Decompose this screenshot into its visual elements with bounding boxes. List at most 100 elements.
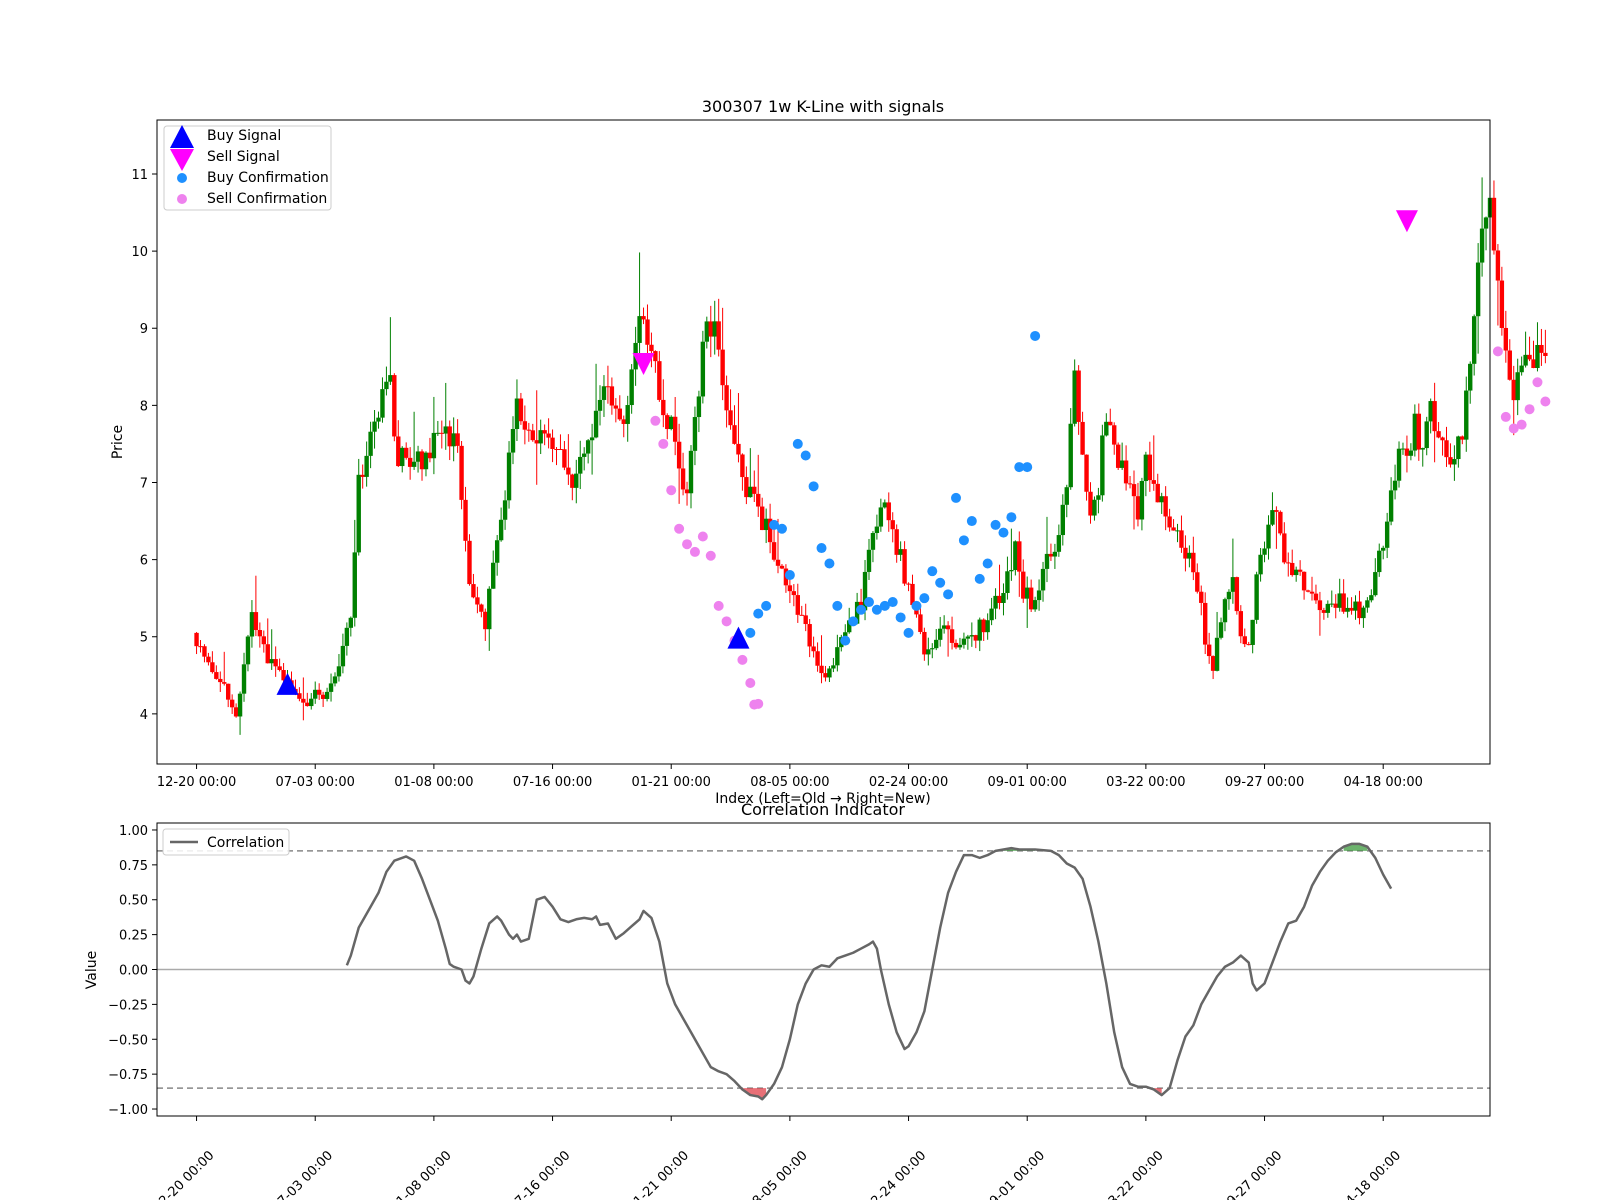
candle-body [1452,459,1457,465]
candle-body [744,477,749,498]
candle-body [621,419,626,424]
candle-body [1373,572,1378,596]
candle-body [376,417,381,422]
buy-confirmation-point [911,600,922,611]
kline-y-tick-label: 4 [140,708,148,723]
candle-body [1199,591,1204,603]
candle-body [811,646,816,652]
candle-body [475,597,480,605]
buy-confirmation-point [990,519,1001,530]
candle-body [692,417,698,451]
candle-body [1036,590,1042,601]
candle-body [1527,354,1532,360]
sell-confirmation-point [1524,404,1535,415]
correlation-y-tick-label: 0.25 [119,929,148,944]
candle-body [538,430,543,444]
candle-body [550,437,555,450]
candle-body [981,619,986,633]
candle-body [1242,636,1247,645]
candle-body [949,629,955,643]
kline-legend: Buy Signal Sell Signal Buy Confirmation … [163,125,332,211]
candle-body [1238,611,1244,637]
candle-body [680,468,686,490]
candle-body [225,683,231,700]
candle-body [313,689,318,699]
kline-y-tick-label: 6 [140,554,148,569]
correlation-x-tick-label: 08-05 00:00 [744,1148,811,1200]
candle-body [1258,554,1263,575]
candle-body [1032,600,1038,610]
legend-buy-confirmation: Buy Confirmation [207,170,329,186]
candle-body [831,665,836,669]
candle-body [1206,644,1212,657]
candle-body [763,518,769,531]
candle-body [1167,516,1172,528]
sell-confirmation-point [1492,346,1503,357]
candle-body [324,691,330,699]
candle-body [388,375,393,382]
buy-confirmation-point [895,612,906,623]
candle-body [1028,587,1034,610]
buy-confirmation-point [856,604,867,615]
candle-body [775,559,781,566]
candle-body [1329,603,1334,605]
candle-body [1254,574,1259,620]
candle-body [1444,440,1449,458]
candle-body [1384,521,1390,548]
candle-body [736,443,741,455]
buy-confirmation-point [966,516,977,527]
candle-body [1222,599,1228,623]
candle-body [597,399,603,411]
candle-body [953,642,959,648]
candle-body [1151,480,1156,484]
candle-body [1503,327,1509,351]
candle-body [443,426,448,434]
candle-body [455,433,460,446]
candle-body [498,519,504,541]
candle-body [1112,425,1117,445]
candle-body [1345,607,1350,612]
candle-body [1021,571,1026,599]
sell-confirmation-point [650,415,661,426]
buy-confirmation-point [919,593,930,604]
candle-body [589,437,595,441]
sell-confirmation-point [737,654,748,665]
candle-body [305,702,310,707]
sell-confirmation-point [658,438,669,449]
candle-body [688,450,694,494]
candle-body [502,500,508,520]
candle-body [534,440,539,444]
candle-body [993,595,998,609]
candle-body [835,647,840,666]
candle-body [570,474,575,488]
candle-body [1471,316,1477,364]
candle-body [451,433,456,447]
candle-body [459,445,464,500]
correlation-y-tick-label: 0.00 [119,964,148,979]
correlation-x-tick-label: 02-24 00:00 [863,1148,930,1200]
candle-body [494,540,500,563]
candle-body [1274,510,1279,512]
candle-body [926,649,931,655]
candle-body [1424,421,1429,449]
candle-body [878,507,884,527]
candle-body [898,549,903,555]
legend-sell-signal: Sell Signal [207,149,280,165]
buy-confirmation-point [1006,512,1017,523]
candle-body [779,565,785,569]
candle-body [740,454,745,478]
candle-body [613,405,619,409]
candle-body [922,631,927,655]
correlation-panel: Correlation Indicator −1.00 −0.75 −0.50 −0.… [84,800,1491,1200]
kline-y-tick-label: 5 [140,631,148,646]
candle-body [827,668,832,678]
candle-body [1064,487,1069,505]
buy-confirmation-point [792,438,803,449]
candle-body [1123,460,1129,484]
candle-body [1100,435,1105,496]
candle-body [886,502,891,521]
candle-body [253,612,259,631]
candle-body [360,474,365,477]
candle-body [1230,577,1236,592]
correlation-x-tick-label: 04-18 00:00 [1337,1148,1404,1200]
